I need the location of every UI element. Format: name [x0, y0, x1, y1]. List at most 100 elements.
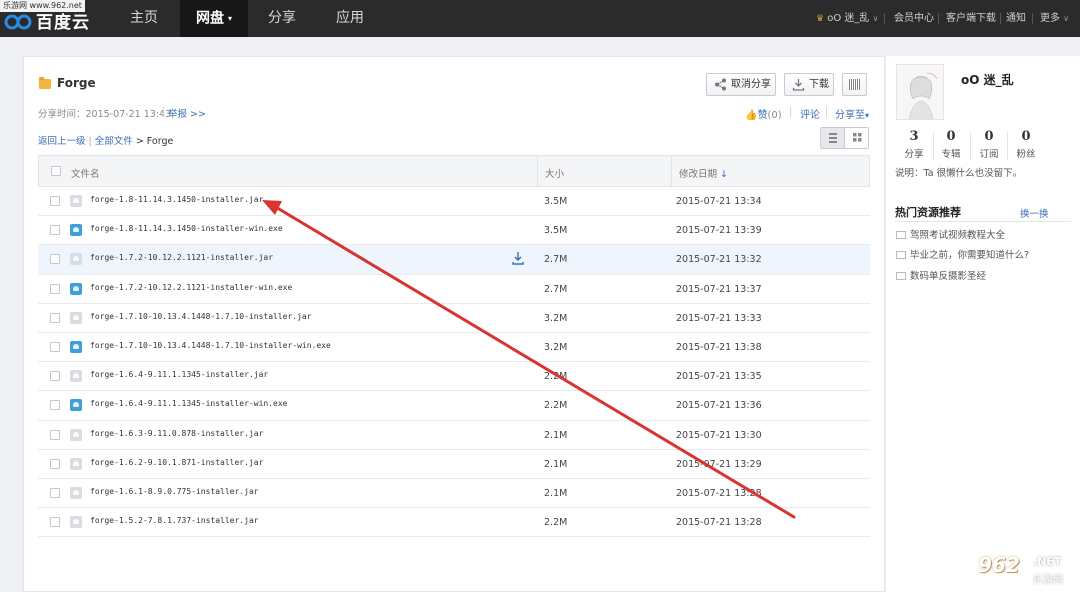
stat-albums[interactable]: 0 专辑	[933, 129, 969, 160]
breadcrumb-current: > Forge	[135, 136, 174, 147]
chevron-down-icon: ▾	[227, 14, 232, 23]
nav-home[interactable]: 主页	[118, 0, 170, 37]
table-row[interactable]: forge-1.6.3-9.11.0.878-installer.jar 2.1M…	[38, 421, 870, 450]
jar-file-icon	[70, 253, 82, 266]
jar-file-icon	[70, 457, 82, 470]
file-name[interactable]: forge-1.6.4-9.11.1.1345-installer.jar	[90, 370, 268, 379]
nav-netdisk[interactable]: 网盘 ▾	[180, 0, 248, 37]
hot-item[interactable]: 驾照考试视频教程大全	[896, 227, 1005, 241]
report-link[interactable]: 举报 >>	[168, 106, 206, 120]
nav-more[interactable]: 更多 ∨	[1040, 0, 1069, 37]
avatar[interactable]	[896, 64, 944, 120]
table-row[interactable]: forge-1.8-11.14.3.1450-installer.jar 3.5M…	[38, 187, 870, 217]
list-view-button[interactable]	[821, 128, 845, 148]
file-date: 2015-07-21 13:33	[676, 312, 762, 324]
share-to-menu[interactable]: 分享至▾	[835, 106, 869, 121]
file-size: 2.1M	[544, 487, 568, 499]
row-checkbox[interactable]	[50, 341, 60, 352]
user-menu[interactable]: ♛ oO 迷_乱 ∨	[816, 0, 878, 37]
hot-item[interactable]: 数码单反摄影圣经	[896, 268, 986, 282]
table-row[interactable]: forge-1.5.2-7.8.1.737-installer.jar 2.2M 2…	[38, 508, 870, 538]
nav-client-download[interactable]: 客户端下载	[946, 0, 996, 37]
thumbs-up-icon: 👍	[745, 110, 758, 121]
file-name[interactable]: forge-1.5.2-7.8.1.737-installer.jar	[90, 516, 259, 525]
stat-fans[interactable]: 0 粉丝	[1008, 129, 1044, 160]
nav-vip-center[interactable]: 会员中心	[894, 0, 934, 37]
row-checkbox[interactable]	[50, 196, 60, 206]
brand-watermark: 962 .NET 乐游网	[978, 553, 1063, 586]
table-row[interactable]: forge-1.7.2-10.12.2.1121-installer-win.e…	[38, 275, 870, 304]
row-checkbox[interactable]	[50, 312, 60, 323]
row-checkbox[interactable]	[50, 283, 60, 294]
row-checkbox[interactable]	[50, 254, 60, 265]
stat-subscriptions[interactable]: 0 订阅	[971, 129, 1007, 160]
download-button[interactable]: 下载	[784, 73, 834, 96]
select-all-checkbox[interactable]	[51, 166, 61, 176]
column-name[interactable]: 文件名	[71, 166, 100, 180]
table-row[interactable]: forge-1.6.2-9.10.1.871-installer.jar 2.1M…	[38, 450, 870, 479]
qr-code-icon	[849, 79, 860, 90]
qr-code-button[interactable]	[842, 73, 867, 96]
nav-apps[interactable]: 应用	[324, 0, 376, 37]
list-view-icon	[829, 133, 837, 143]
view-toggle	[820, 127, 869, 149]
row-checkbox[interactable]	[50, 517, 60, 528]
grid-view-icon	[853, 133, 862, 142]
row-checkbox[interactable]	[50, 225, 60, 236]
table-row[interactable]: forge-1.8-11.14.3.1450-installer-win.exe…	[38, 216, 870, 246]
file-name[interactable]: forge-1.7.10-10.13.4.1448-1.7.10-install…	[90, 341, 331, 350]
top-nav-bar: 乐游网 www.962.net 百度云 主页 网盘 ▾ 分享 应用 ♛ oO 迷_…	[0, 0, 1080, 37]
file-size: 2.1M	[544, 429, 568, 441]
refresh-hot-link[interactable]: 换一换	[1020, 206, 1049, 220]
file-name[interactable]: forge-1.6.1-8.9.0.775-installer.jar	[90, 487, 259, 496]
exe-file-icon	[70, 399, 82, 412]
file-name[interactable]: forge-1.6.3-9.11.0.878-installer.jar	[90, 429, 263, 438]
file-date: 2015-07-21 13:30	[676, 429, 762, 441]
file-name[interactable]: forge-1.7.2-10.12.2.1121-installer.jar	[90, 253, 273, 262]
document-icon	[896, 231, 906, 239]
jar-file-icon	[70, 311, 82, 324]
table-row[interactable]: forge-1.7.2-10.12.2.1121-installer.jar 2.…	[38, 245, 870, 275]
document-icon	[896, 272, 906, 280]
row-checkbox[interactable]	[50, 487, 60, 498]
file-name[interactable]: forge-1.7.2-10.12.2.1121-installer-win.e…	[90, 283, 292, 292]
table-row[interactable]: forge-1.6.1-8.9.0.775-installer.jar 2.1M 2…	[38, 479, 870, 509]
table-row[interactable]: forge-1.7.10-10.13.4.1448-1.7.10-install…	[38, 333, 870, 363]
nav-notifications[interactable]: 通知	[1006, 0, 1026, 37]
sort-down-icon: ↓	[720, 169, 729, 180]
file-name[interactable]: forge-1.7.10-10.13.4.1448-1.7.10-install…	[90, 312, 312, 321]
exe-file-icon	[70, 282, 82, 295]
file-size: 3.5M	[544, 225, 568, 237]
file-name[interactable]: forge-1.8-11.14.3.1450-installer.jar	[90, 195, 263, 204]
profile-bio: 说明：Ta 很懒什么也没留下。	[895, 168, 1023, 179]
download-icon[interactable]	[511, 251, 525, 266]
baidu-cloud-logo[interactable]: 乐游网 www.962.net 百度云	[0, 0, 100, 37]
breadcrumb-all-files[interactable]: 全部文件	[95, 136, 133, 147]
column-size[interactable]: 大小	[545, 166, 564, 180]
logo-text: 百度云	[36, 13, 90, 33]
table-row[interactable]: forge-1.6.4-9.11.1.1345-installer-win.ex…	[38, 391, 870, 421]
chevron-down-icon: ∨	[872, 14, 879, 23]
file-size: 3.5M	[544, 196, 568, 207]
file-name[interactable]: forge-1.6.4-9.11.1.1345-installer-win.ex…	[90, 399, 287, 408]
file-name[interactable]: forge-1.8-11.14.3.1450-installer-win.exe	[90, 224, 283, 233]
grid-view-button[interactable]	[845, 128, 869, 148]
cancel-share-button[interactable]: 取消分享	[706, 73, 776, 96]
stat-shares[interactable]: 3 分享	[896, 129, 932, 160]
share-time: 分享时间：2015-07-21 13:43	[38, 109, 172, 120]
nav-share[interactable]: 分享	[256, 0, 308, 37]
table-row[interactable]: forge-1.6.4-9.11.1.1345-installer.jar 2.2…	[38, 362, 870, 392]
table-row[interactable]: forge-1.7.10-10.13.4.1448-1.7.10-install…	[38, 304, 870, 333]
row-checkbox[interactable]	[50, 371, 60, 382]
column-date[interactable]: 修改日期 ↓	[679, 166, 728, 180]
hot-item[interactable]: 毕业之前，你需要知道什么?	[896, 247, 1029, 261]
file-name[interactable]: forge-1.6.2-9.10.1.871-installer.jar	[90, 458, 263, 467]
like-button[interactable]: 👍赞(0)	[745, 106, 782, 121]
breadcrumb-back[interactable]: 返回上一级	[38, 136, 86, 147]
row-checkbox[interactable]	[50, 458, 60, 469]
row-checkbox[interactable]	[50, 400, 60, 411]
profile-name[interactable]: oO 迷_乱	[961, 71, 1014, 88]
comment-link[interactable]: 评论	[800, 106, 820, 121]
share-icon	[715, 78, 726, 91]
row-checkbox[interactable]	[50, 429, 60, 440]
